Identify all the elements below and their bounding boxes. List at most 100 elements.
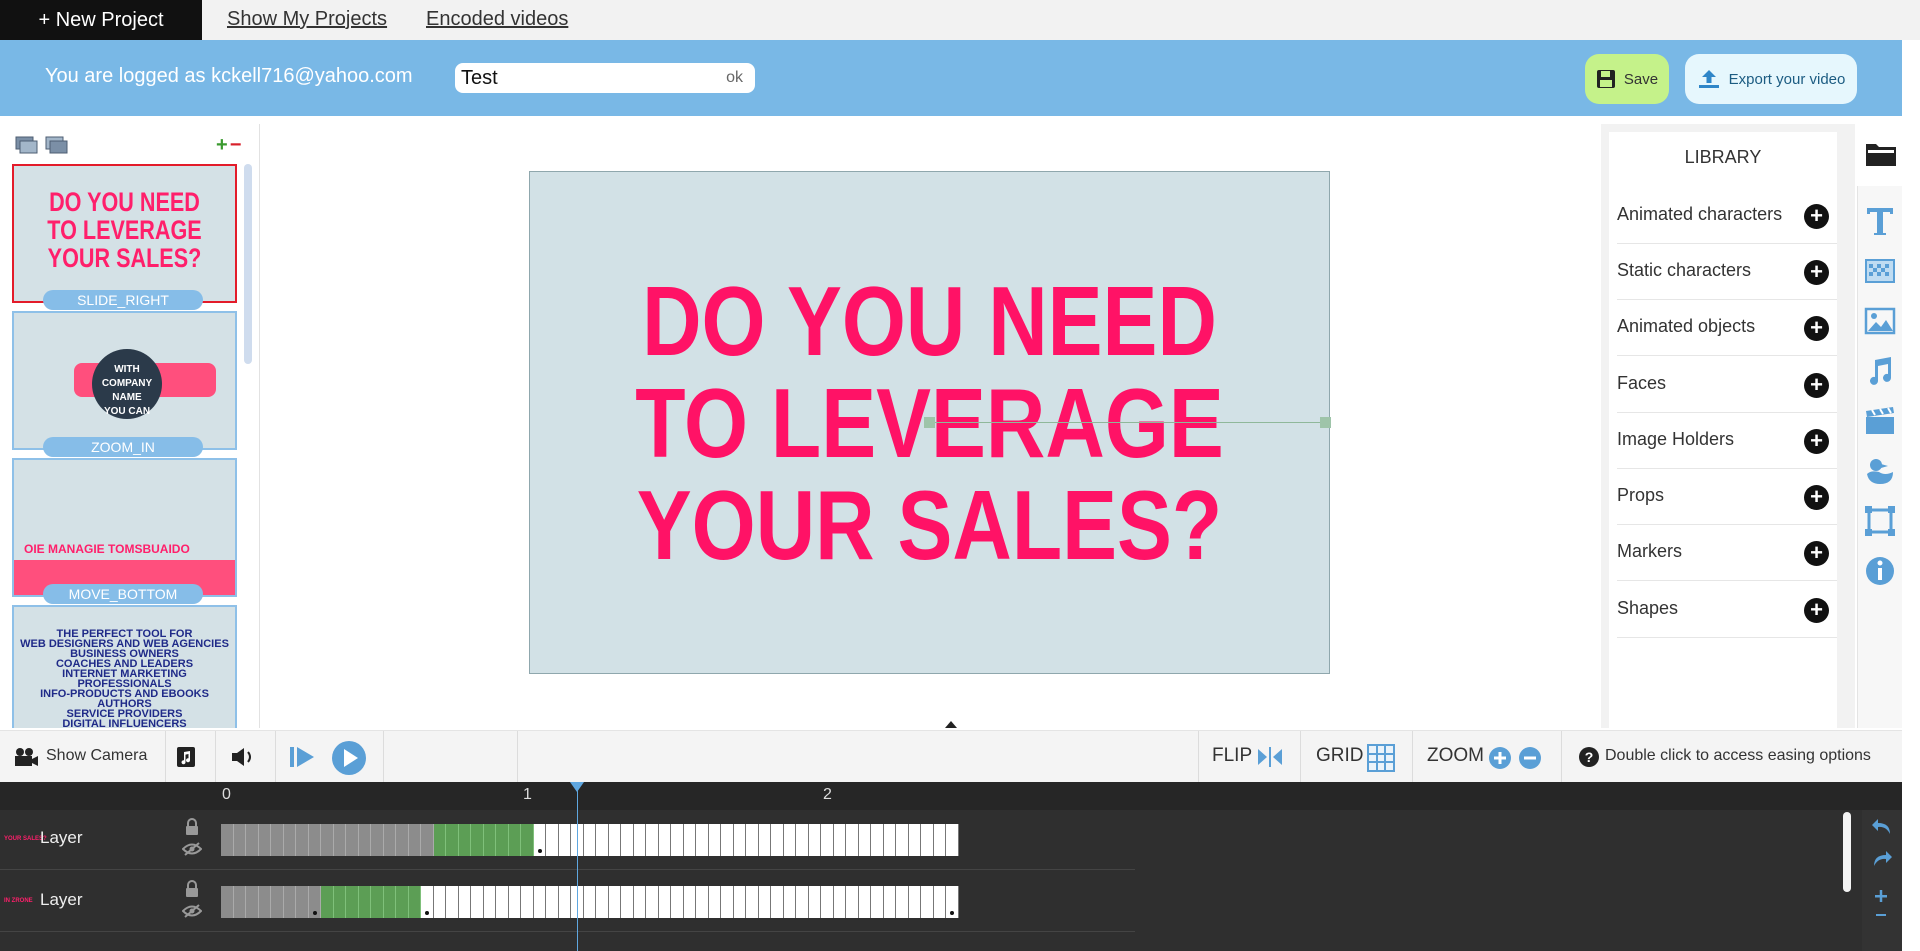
info-icon[interactable] (1863, 554, 1897, 588)
timeline-frame[interactable] (271, 886, 284, 918)
timeline-frame[interactable] (833, 886, 846, 918)
new-project-button[interactable]: + New Project (0, 0, 202, 40)
timeline-frame[interactable] (433, 886, 446, 918)
timeline-frame[interactable] (496, 886, 509, 918)
timeline-frame[interactable] (471, 886, 484, 918)
timeline-frame[interactable] (246, 886, 259, 918)
timeline-frame[interactable] (546, 886, 559, 918)
timeline-frame[interactable] (558, 824, 571, 856)
library-item-static-characters[interactable]: Static characters + (1617, 244, 1837, 300)
export-video-button[interactable]: Export your video (1685, 54, 1857, 104)
timeline-frame[interactable] (783, 886, 796, 918)
slides-scrollbar[interactable] (244, 164, 252, 364)
timeline-frame[interactable] (408, 886, 421, 918)
plus-circle-icon[interactable]: + (1804, 204, 1829, 229)
zoom-out-icon[interactable] (1518, 746, 1542, 770)
timeline-frame[interactable] (521, 824, 534, 856)
timeline-frame[interactable] (283, 824, 296, 856)
encoded-videos-link[interactable]: Encoded videos (426, 8, 568, 31)
timeline-frame[interactable] (533, 886, 546, 918)
timeline-frame[interactable] (671, 824, 684, 856)
motion-path-start-handle[interactable] (924, 417, 935, 428)
title-ok-button[interactable]: ok (726, 69, 743, 87)
timeline-frame[interactable] (646, 886, 659, 918)
timeline-frame[interactable] (258, 886, 271, 918)
grid-icon[interactable] (1367, 744, 1395, 772)
timeline-frame[interactable] (621, 824, 634, 856)
timeline-frame[interactable] (658, 886, 671, 918)
library-item-animated-objects[interactable]: Animated objects + (1617, 300, 1837, 356)
timeline-frame[interactable] (408, 824, 421, 856)
timeline-frame[interactable] (846, 824, 859, 856)
timeline-frame[interactable] (883, 824, 896, 856)
layer-keyframes[interactable] (221, 886, 959, 918)
stage-canvas[interactable]: DO YOU NEED TO LEVERAGE YOUR SALES? (529, 171, 1331, 674)
timeline-frame[interactable] (708, 886, 721, 918)
frame-crop-icon[interactable] (1863, 504, 1897, 538)
timeline-frame[interactable] (483, 824, 496, 856)
timeline-scrollbar[interactable] (1843, 812, 1851, 892)
undo-icon[interactable] (1870, 816, 1894, 838)
timeline-frame[interactable] (846, 886, 859, 918)
timeline-frame[interactable] (533, 824, 546, 856)
timeline-frame[interactable] (446, 824, 459, 856)
timeline-frame[interactable] (671, 886, 684, 918)
timeline-frame[interactable] (321, 886, 334, 918)
timeline-frame[interactable] (421, 824, 434, 856)
timeline-frame[interactable] (933, 824, 946, 856)
timeline-frame[interactable] (921, 886, 934, 918)
timeline-frame[interactable] (871, 824, 884, 856)
copy-slide-icon[interactable] (45, 136, 69, 154)
timeline-frame[interactable] (921, 824, 934, 856)
timeline-frame[interactable] (721, 824, 734, 856)
timeline-frame[interactable] (508, 886, 521, 918)
timeline-frame[interactable] (446, 886, 459, 918)
timeline-frame[interactable] (821, 886, 834, 918)
timeline-frame[interactable] (633, 886, 646, 918)
slide-thumbnail-2[interactable]: WITH COMPANY NAME YOU CAN (12, 311, 237, 450)
timeline-frame[interactable] (233, 824, 246, 856)
show-camera-label[interactable]: Show Camera (46, 747, 147, 765)
timeline-frame[interactable] (946, 886, 959, 918)
project-title-input[interactable] (461, 66, 701, 90)
timeline-frame[interactable] (283, 886, 296, 918)
timeline-frame[interactable] (596, 824, 609, 856)
timeline-frame[interactable] (346, 824, 359, 856)
timeline-frame[interactable] (608, 824, 621, 856)
timeline-frame[interactable] (808, 886, 821, 918)
music-file-icon[interactable] (176, 746, 196, 768)
add-slide-icon[interactable]: + (216, 134, 228, 156)
visibility-eye-icon[interactable] (182, 904, 202, 918)
timeline-frame[interactable] (808, 824, 821, 856)
background-pattern-icon[interactable] (1863, 254, 1897, 288)
slide-1-transition-label[interactable]: SLIDE_RIGHT (43, 290, 203, 310)
timeline-frame[interactable] (308, 824, 321, 856)
timeline-layer-row[interactable]: IN ZRONE Layer (0, 872, 1135, 932)
timeline-frame[interactable] (246, 824, 259, 856)
timeline-frame[interactable] (433, 824, 446, 856)
rubber-duck-icon[interactable] (1863, 454, 1897, 488)
timeline-frame[interactable] (558, 886, 571, 918)
clapperboard-icon[interactable] (1863, 404, 1897, 438)
timeline-frame[interactable] (258, 824, 271, 856)
timeline-ruler[interactable]: 0 1 2 (0, 782, 1902, 810)
timeline-frame[interactable] (858, 886, 871, 918)
timeline-frame[interactable] (308, 886, 321, 918)
plus-circle-icon[interactable]: + (1804, 260, 1829, 285)
flip-icon[interactable] (1256, 745, 1284, 769)
plus-circle-icon[interactable]: + (1804, 429, 1829, 454)
timeline-frame[interactable] (771, 824, 784, 856)
remove-slide-icon[interactable]: − (230, 134, 242, 156)
timeline-frame[interactable] (896, 886, 909, 918)
grid-label[interactable]: GRID (1316, 745, 1364, 767)
timeline-frame[interactable] (471, 824, 484, 856)
timeline-frame[interactable] (683, 886, 696, 918)
library-item-shapes[interactable]: Shapes + (1617, 582, 1837, 638)
timeline-frame[interactable] (546, 824, 559, 856)
timeline-frame[interactable] (521, 886, 534, 918)
music-note-icon[interactable] (1863, 354, 1897, 388)
timeline-frame[interactable] (883, 886, 896, 918)
redo-icon[interactable] (1870, 848, 1894, 870)
timeline-frame[interactable] (733, 824, 746, 856)
library-item-animated-characters[interactable]: Animated characters + (1617, 188, 1837, 244)
